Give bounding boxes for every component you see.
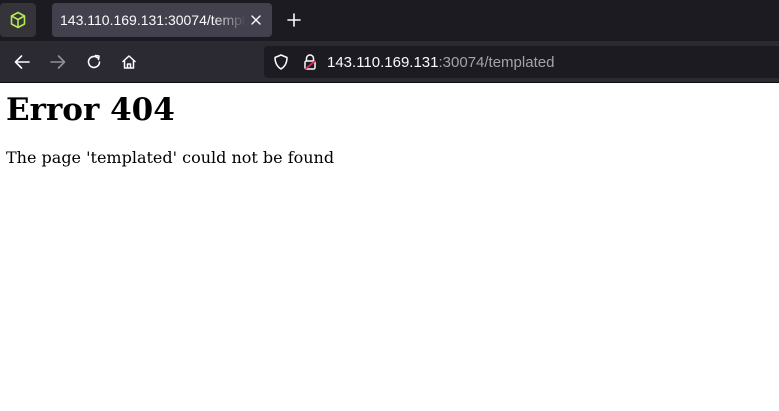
forward-button[interactable] <box>45 49 71 75</box>
browser-tab[interactable]: 143.110.169.131:30074/templated <box>52 3 272 37</box>
new-tab-button[interactable] <box>282 8 306 32</box>
tab-title: 143.110.169.131:30074/templated <box>60 12 246 28</box>
plus-icon <box>287 13 301 27</box>
tracking-protection-button[interactable] <box>272 53 290 71</box>
lock-icon <box>304 54 316 70</box>
arrow-right-icon <box>50 55 66 69</box>
reload-icon <box>87 54 101 69</box>
cube-icon <box>10 11 26 29</box>
arrow-left-icon <box>14 55 30 69</box>
url-host: 143.110.169.131 <box>327 54 439 71</box>
home-icon <box>122 55 136 69</box>
reload-button[interactable] <box>81 49 107 75</box>
error-message: The page 'templated' could not be found <box>6 148 335 167</box>
url-path: :30074/templated <box>438 54 555 71</box>
tab-close-button[interactable] <box>246 10 266 30</box>
close-icon <box>251 15 261 25</box>
connection-info-button[interactable] <box>301 53 319 71</box>
shield-icon <box>274 54 288 70</box>
back-button[interactable] <box>9 49 35 75</box>
home-button[interactable] <box>116 49 142 75</box>
navigation-toolbar: 143.110.169.131:30074/templated <box>0 41 779 82</box>
error-heading: Error 404 <box>6 92 175 128</box>
url-text[interactable]: 143.110.169.131:30074/templated <box>327 54 554 71</box>
address-bar[interactable]: 143.110.169.131:30074/templated <box>264 46 779 78</box>
tab-strip: 143.110.169.131:30074/templated <box>0 0 779 41</box>
toolbar-divider <box>0 82 779 83</box>
page-content: Error 404 The page 'templated' could not… <box>6 84 766 168</box>
app-menu-button[interactable] <box>0 3 36 37</box>
